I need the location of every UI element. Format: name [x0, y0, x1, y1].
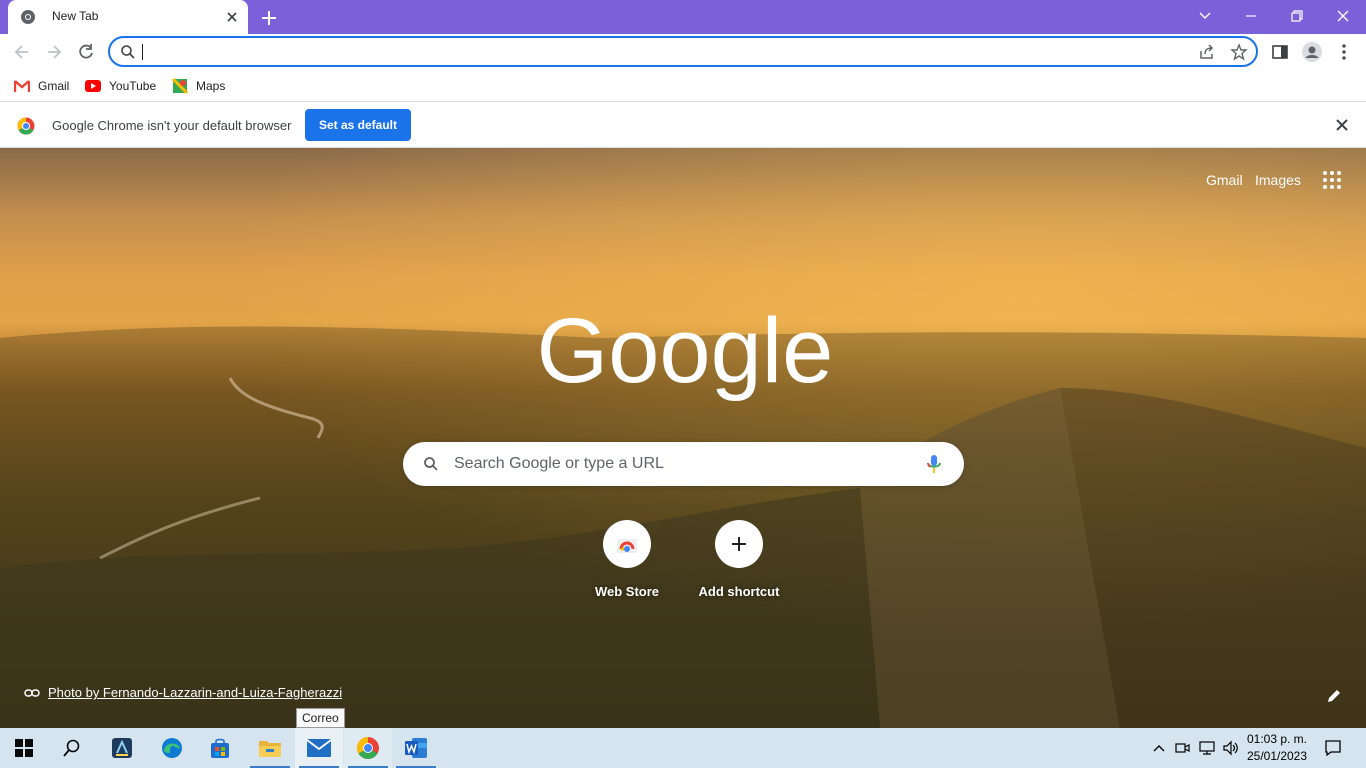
shortcut-add[interactable]: Add shortcut — [683, 520, 795, 599]
network-icon — [1199, 741, 1215, 755]
plus-icon — [732, 537, 746, 551]
profile-avatar-icon[interactable] — [1301, 41, 1323, 63]
bookmark-maps[interactable]: Maps — [172, 77, 225, 95]
set-as-default-button[interactable]: Set as default — [305, 109, 411, 141]
store-bag-icon — [211, 738, 229, 758]
new-tab-page: Gmail Images Google Search Google or typ… — [0, 148, 1366, 728]
link-icon — [24, 688, 40, 697]
toolbar — [0, 34, 1366, 70]
taskbar-clock[interactable]: 01:03 p. m. 25/01/2023 — [1246, 731, 1308, 765]
notifications-button[interactable] — [1318, 728, 1348, 768]
windows-logo-icon — [15, 739, 33, 757]
taskbar-word[interactable] — [392, 728, 440, 768]
tab-new-tab[interactable]: New Tab — [8, 0, 248, 34]
camera-icon — [1175, 743, 1190, 753]
tab-title: New Tab — [52, 9, 99, 23]
restore-button[interactable] — [1284, 4, 1310, 28]
folder-icon — [259, 741, 281, 757]
back-arrow-icon[interactable] — [12, 42, 32, 62]
speaker-icon — [1223, 740, 1238, 756]
chrome-logo-icon — [17, 117, 35, 135]
shortcut-label: Web Store — [594, 584, 660, 599]
minimize-button[interactable] — [1238, 4, 1264, 28]
close-tab-icon[interactable] — [224, 9, 240, 25]
bookmark-label: Gmail — [38, 79, 70, 93]
start-button[interactable] — [0, 728, 48, 768]
tray-volume[interactable] — [1221, 728, 1241, 768]
attribution-text: Photo by Fernando-Lazzarin-and-Luiza-Fag… — [48, 685, 343, 700]
app-icon — [112, 738, 132, 758]
bookmark-label: Maps — [196, 79, 226, 93]
mail-icon — [306, 739, 332, 757]
taskbar: 01:03 p. m. 25/01/2023 — [0, 728, 1366, 768]
images-link[interactable]: Images — [1255, 172, 1301, 188]
menu-kebab-icon[interactable] — [1334, 42, 1354, 62]
google-apps-icon[interactable] — [1322, 170, 1342, 190]
tab-strip: New Tab — [0, 0, 1366, 34]
chevron-up-icon — [1153, 745, 1165, 752]
close-infobar-icon[interactable] — [1334, 117, 1350, 133]
notification-icon — [1325, 740, 1341, 757]
side-panel-icon[interactable] — [1270, 42, 1290, 62]
maps-icon — [172, 78, 188, 94]
add-shortcut-tile — [715, 520, 763, 568]
word-icon — [405, 738, 427, 758]
shortcut-label: Add shortcut — [698, 584, 780, 599]
default-browser-infobar: Google Chrome isn't your default browser… — [0, 103, 1366, 148]
bookmark-youtube[interactable]: YouTube — [85, 77, 156, 95]
youtube-icon — [85, 80, 101, 92]
customize-pencil-icon[interactable] — [1324, 686, 1344, 706]
bookmark-label: YouTube — [109, 79, 157, 93]
address-bar[interactable] — [108, 36, 1258, 67]
web-store-icon — [617, 539, 637, 553]
taskbar-file-explorer[interactable] — [246, 728, 294, 768]
background-landscape — [0, 326, 1366, 728]
forward-arrow-icon[interactable] — [44, 42, 64, 62]
google-logo-text: Google — [540, 300, 830, 402]
tab-search-icon[interactable] — [1192, 4, 1218, 28]
new-tab-button[interactable] — [258, 7, 280, 29]
photo-attribution[interactable]: Photo by Fernando-Lazzarin-and-Luiza-Fag… — [24, 685, 342, 700]
clock-time: 01:03 p. m. — [1246, 732, 1308, 746]
taskbar-chrome[interactable] — [344, 728, 392, 768]
reload-icon[interactable] — [76, 42, 96, 62]
taskbar-search-button[interactable] — [48, 728, 96, 768]
microphone-icon[interactable] — [925, 454, 943, 474]
share-icon[interactable] — [1198, 43, 1216, 61]
text-caret — [142, 44, 143, 60]
show-hidden-icons-button[interactable] — [1150, 728, 1168, 768]
edge-icon — [162, 738, 182, 758]
web-store-tile — [603, 520, 651, 568]
bookmarks-bar: Gmail YouTube Maps — [0, 70, 1366, 102]
gmail-icon — [14, 80, 30, 92]
taskbar-app-unknown[interactable] — [98, 728, 146, 768]
ntp-search-box[interactable]: Search Google or type a URL — [403, 442, 964, 486]
search-icon — [63, 739, 80, 757]
bookmark-star-icon[interactable] — [1230, 43, 1248, 61]
search-placeholder: Search Google or type a URL — [454, 455, 664, 472]
close-window-button[interactable] — [1330, 4, 1356, 28]
bookmark-gmail[interactable]: Gmail — [14, 77, 69, 95]
tray-meet-now[interactable] — [1172, 728, 1192, 768]
taskbar-edge[interactable] — [148, 728, 196, 768]
taskbar-microsoft-store[interactable] — [196, 728, 244, 768]
search-icon — [121, 45, 135, 59]
taskbar-tooltip: Correo — [296, 708, 345, 728]
clock-date: 25/01/2023 — [1246, 749, 1308, 763]
gmail-link[interactable]: Gmail — [1206, 172, 1243, 188]
shortcut-web-store[interactable]: Web Store — [571, 520, 683, 599]
chrome-icon — [21, 10, 35, 24]
chrome-icon — [357, 737, 379, 759]
search-icon — [424, 457, 438, 471]
google-logo: Google — [540, 300, 830, 402]
taskbar-mail[interactable] — [295, 728, 343, 768]
address-input[interactable] — [140, 41, 1180, 63]
tray-network[interactable] — [1197, 728, 1217, 768]
infobar-message: Google Chrome isn't your default browser — [52, 118, 292, 133]
